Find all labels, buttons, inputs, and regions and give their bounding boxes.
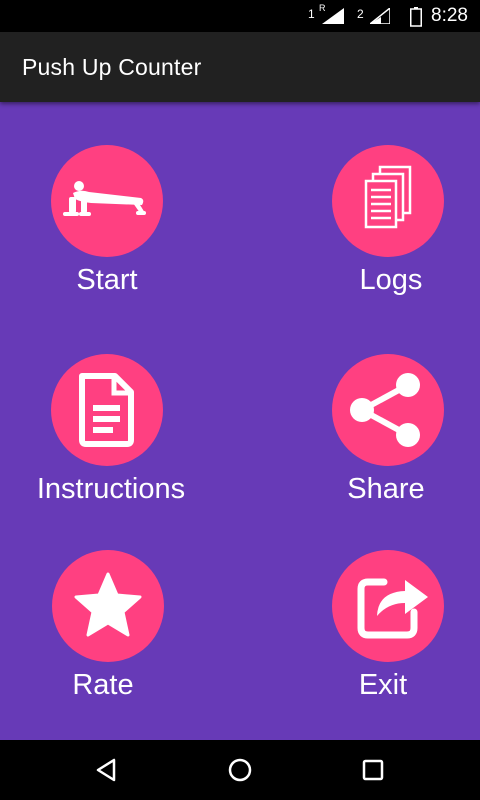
start-label: Start (76, 264, 138, 296)
signal-icon (370, 8, 390, 24)
start-button[interactable]: Start (7, 145, 207, 325)
logs-label: Logs (359, 264, 423, 296)
rate-label: Rate (72, 669, 134, 701)
logs-button[interactable]: Logs (291, 145, 480, 325)
exit-share-icon (357, 578, 428, 639)
share-label: Share (347, 473, 425, 505)
documents-icon (364, 165, 412, 229)
instructions-label: Instructions (36, 473, 186, 505)
exit-button[interactable]: Exit (283, 550, 480, 730)
main-menu: Start Logs Instructions Share Rate Exit (0, 102, 480, 740)
battery-icon (410, 7, 422, 27)
share-circle (332, 354, 444, 466)
share-icon (350, 373, 420, 447)
signal-icon (322, 8, 344, 24)
share-button[interactable]: Share (286, 354, 480, 534)
exit-label: Exit (358, 669, 408, 701)
app-bar: Push Up Counter (0, 32, 480, 102)
pushup-icon (63, 181, 146, 216)
status-bar: 1 R 2 8:28 (0, 0, 480, 32)
sim1-label: 1 (308, 7, 315, 21)
start-circle (51, 145, 163, 257)
rate-circle (52, 550, 164, 662)
logs-circle (332, 145, 444, 257)
star-icon (74, 572, 142, 637)
instructions-circle (51, 354, 163, 466)
rate-button[interactable]: Rate (3, 550, 203, 730)
navigation-bar (0, 740, 480, 800)
app-title: Push Up Counter (22, 54, 202, 80)
clock: 8:28 (431, 5, 468, 26)
recents-square-icon[interactable] (357, 754, 389, 786)
sim2-label: 2 (357, 7, 364, 21)
document-icon (79, 373, 134, 447)
instructions-button[interactable]: Instructions (11, 354, 211, 534)
home-circle-icon[interactable] (224, 754, 256, 786)
back-triangle-icon[interactable] (91, 754, 123, 786)
exit-circle (332, 550, 444, 662)
